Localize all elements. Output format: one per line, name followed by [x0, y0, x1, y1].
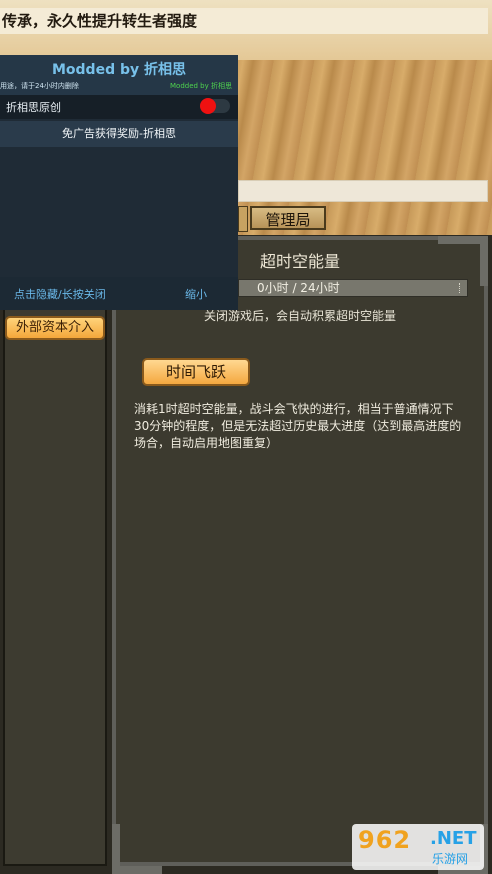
mod-menu-credit: Modded by 折相思 — [170, 82, 232, 90]
toggle-knob — [200, 98, 216, 114]
grip-icon — [459, 283, 465, 293]
top-banner: 传承，永久性提升转生者强度 — [0, 8, 488, 34]
time-jump-description: 消耗1时超时空能量，战斗会飞快的进行，相当于普通情况下30分钟的程度，但是无法超… — [134, 402, 462, 450]
mod-menu-overlay: Modded by 折相思 用途，请于24小时内删除 Modded by 折相思… — [0, 55, 238, 310]
mod-menu-subtitle: 用途，请于24小时内删除 — [0, 82, 79, 90]
time-energy-progress-bar: 0小时 / 24小时 — [238, 279, 468, 297]
external-capital-button[interactable]: 外部资本介入 — [5, 316, 105, 340]
site-watermark-logo: 962 .NET 乐游网 — [352, 824, 484, 870]
tab-partial[interactable] — [238, 206, 248, 232]
mod-menu-header: Modded by 折相思 用途，请于24小时内删除 Modded by 折相思 — [0, 55, 238, 95]
watermark-suffix: .NET — [430, 828, 477, 849]
watermark-site: 乐游网 — [432, 852, 469, 866]
time-jump-button[interactable]: 时间飞跃 — [142, 358, 250, 386]
mod-menu-footer: 点击隐藏/长按关闭 缩小 — [0, 277, 238, 310]
ad-free-reward-button[interactable]: 免广告获得奖励-折相思 — [0, 121, 238, 147]
watermark-number: 962 — [358, 826, 412, 854]
hide-close-button[interactable]: 点击隐藏/长按关闭 — [14, 286, 106, 302]
tab-management[interactable]: 管理局 — [250, 206, 326, 230]
mod-menu-title: Modded by 折相思 — [51, 62, 186, 78]
text-strip — [238, 180, 488, 202]
panel-title: 超时空能量 — [259, 252, 340, 271]
panel-corner-decoration — [112, 824, 162, 874]
minimize-button[interactable]: 缩小 — [185, 286, 207, 302]
mod-toggle-row[interactable]: 折相思原创 — [0, 95, 238, 119]
mod-toggle-switch[interactable] — [200, 98, 230, 114]
left-sidebar — [3, 306, 107, 866]
time-energy-panel — [112, 236, 488, 866]
mod-toggle-label: 折相思原创 — [6, 101, 61, 114]
progress-text: 0小时 / 24小时 — [257, 281, 340, 295]
